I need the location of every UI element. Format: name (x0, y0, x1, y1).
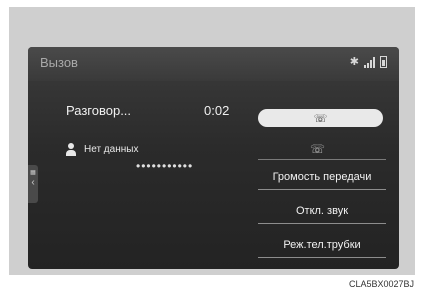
menu-grid-icon: ▦ (30, 170, 36, 176)
phone-icon: ☏ (310, 142, 326, 156)
person-icon (66, 143, 76, 156)
signal-strength-icon (364, 56, 375, 68)
transmit-volume-button[interactable]: Громость передачи (258, 165, 386, 190)
status-icons: ✱ (350, 55, 387, 68)
end-call-button[interactable]: ☏ (258, 109, 383, 127)
image-code-caption: CLA5BX0027BJ (348, 279, 414, 289)
battery-icon (380, 55, 387, 68)
title-bar: Вызов ✱ (28, 47, 399, 81)
handset-mode-button[interactable]: Реж.тел.трубки (258, 233, 386, 258)
mute-button[interactable]: Откл. звук (258, 199, 386, 224)
screen-title: Вызов (40, 55, 78, 70)
call-status: Разговор... (66, 103, 132, 118)
phone-call-screen: Вызов ✱ Разговор... 0:02 Нет данных ••••… (28, 47, 399, 269)
back-tab[interactable]: ▦ ‹ (28, 165, 38, 203)
call-timer: 0:02 (204, 103, 230, 118)
divider (258, 159, 386, 160)
back-arrow-icon: ‹ (31, 177, 35, 188)
end-call-phone-icon: ☏ (313, 112, 328, 125)
screenshot-frame: Вызов ✱ Разговор... 0:02 Нет данных ••••… (9, 7, 415, 275)
bluetooth-icon: ✱ (349, 56, 359, 68)
contact-row: Нет данных (66, 143, 138, 156)
contact-name: Нет данных (84, 144, 139, 155)
phone-number-masked: ••••••••••• (136, 159, 194, 173)
